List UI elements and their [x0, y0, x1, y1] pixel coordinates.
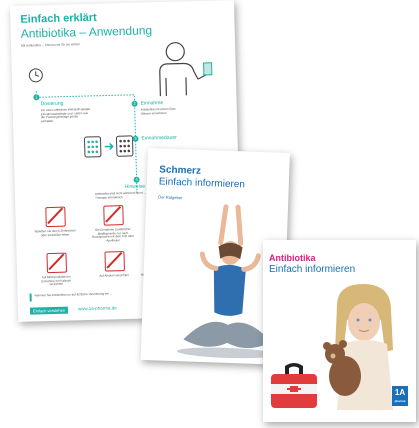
- warning-3-text: Auf Milchprodukte bei Einnahme mit Kalzi…: [41, 274, 72, 287]
- footer-accent: [29, 293, 32, 302]
- step-4-marker: 4: [133, 176, 140, 183]
- no-extra-meds-icon: [103, 205, 124, 226]
- brochure-subtitle: Einfach informieren: [269, 264, 356, 275]
- brochure-label: Der Ratgeber: [158, 194, 183, 201]
- footer-tag: Einfach verstehen: [29, 306, 69, 315]
- no-milk-icon: [46, 252, 67, 274]
- pharma-logo: 1A pharma: [392, 386, 408, 406]
- antibiotika-brochure: Antibiotika Einfach informieren Der Ratg…: [263, 240, 416, 422]
- warning-1-text: Tabletten nie durch Zerbrechen oder Zerb…: [34, 228, 76, 237]
- warning-2-text: Die Einnahme zusätzlicher Medikamente nu…: [92, 226, 135, 243]
- no-alcohol-icon: [104, 251, 125, 272]
- footer-url: www.1a-pharma.de: [77, 305, 117, 312]
- step-2-text: Antibiotika mit einem Glas Wasser einneh…: [140, 106, 176, 116]
- step-3-label: Einnahmedauer: [141, 134, 177, 142]
- logo-text: 1A: [394, 388, 406, 397]
- brochure-title: Antibiotika: [269, 253, 316, 263]
- step-1-label: Dosierung: [40, 100, 64, 108]
- step-2-label: Einnahme: [140, 100, 164, 107]
- step-1-text: Für einen effektiven Wirkstoff-spiegel E…: [40, 106, 91, 124]
- calendar-icon: [84, 135, 134, 158]
- step-4-label: Hinweise: [124, 183, 146, 191]
- logo-subtext: pharma: [394, 399, 406, 403]
- no-splitting-icon: [45, 206, 66, 228]
- brochure-title: Schmerz: [159, 164, 202, 177]
- brochure-subtitle: Einfach informieren: [158, 176, 246, 191]
